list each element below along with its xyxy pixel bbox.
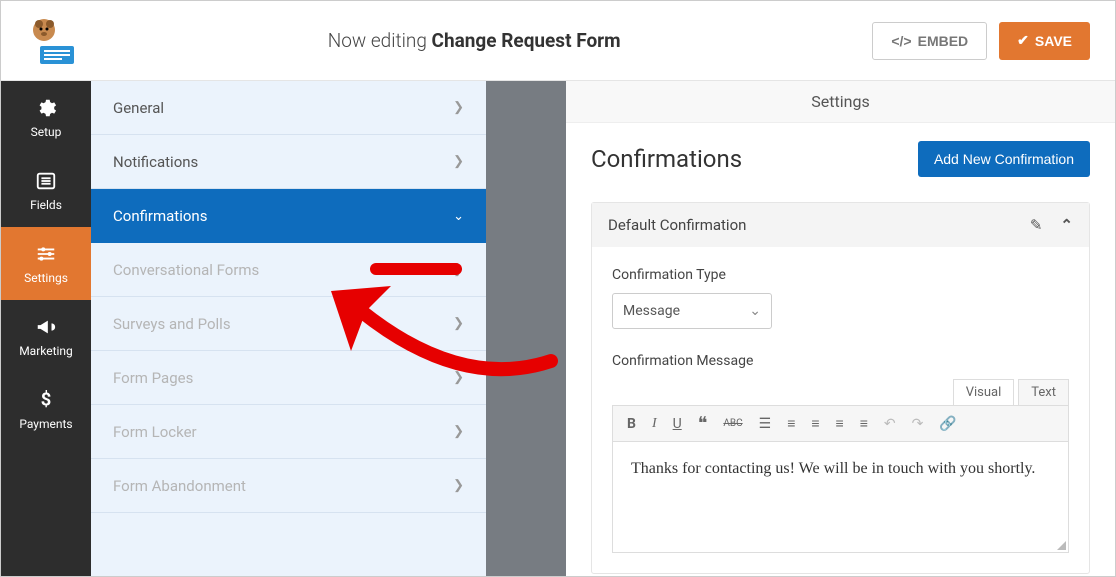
align-center-icon[interactable]: ≡ — [836, 415, 844, 432]
top-actions: </> EMBED ✔ SAVE — [872, 22, 1090, 60]
nav-fields-label: Fields — [30, 198, 62, 212]
subnav-item-label: Form Pages — [113, 369, 193, 387]
subnav-surveys-polls[interactable]: Surveys and Polls ❯ — [91, 297, 486, 351]
chevron-right-icon: ❯ — [453, 100, 464, 115]
editor-content-area[interactable]: Thanks for contacting us! We will be in … — [613, 442, 1068, 552]
quote-icon[interactable]: ❝ — [698, 413, 708, 434]
panel-header[interactable]: Default Confirmation ✎ ⌃ — [592, 203, 1089, 247]
undo-icon[interactable]: ↶ — [884, 416, 896, 432]
embed-button-label: EMBED — [918, 33, 969, 49]
bullhorn-icon — [35, 316, 57, 338]
form-name: Change Request Form — [432, 29, 621, 52]
confirmation-panel: Default Confirmation ✎ ⌃ Confirmation Ty… — [591, 202, 1090, 574]
save-button-label: SAVE — [1035, 33, 1072, 49]
settings-header: Settings — [566, 81, 1115, 123]
gear-icon — [35, 97, 57, 119]
svg-text:$: $ — [41, 389, 52, 410]
chevron-right-icon: ❯ — [453, 154, 464, 169]
primary-nav: Setup Fields Settings Marketing $ Paymen… — [1, 81, 91, 576]
editor-tab-text[interactable]: Text — [1018, 379, 1069, 405]
subnav-notifications[interactable]: Notifications ❯ — [91, 135, 486, 189]
save-button[interactable]: ✔ SAVE — [999, 22, 1090, 60]
numbered-list-icon[interactable]: ≡ — [787, 415, 795, 432]
resize-handle[interactable] — [1057, 541, 1066, 550]
chevron-up-icon[interactable]: ⌃ — [1060, 216, 1073, 234]
italic-icon[interactable]: I — [652, 416, 657, 432]
select-value: Message — [623, 303, 680, 319]
add-confirmation-button[interactable]: Add New Confirmation — [918, 141, 1090, 177]
subnav-form-abandonment[interactable]: Form Abandonment ❯ — [91, 459, 486, 513]
subnav-item-label: Confirmations — [113, 207, 207, 225]
page-title-area: Now editing Change Request Form — [76, 29, 872, 52]
sliders-icon — [35, 243, 57, 265]
bullet-list-icon[interactable]: ☰ — [759, 416, 772, 432]
nav-setup-label: Setup — [31, 125, 62, 139]
nav-settings[interactable]: Settings — [1, 227, 91, 300]
subnav-item-label: General — [113, 99, 164, 117]
dollar-icon: $ — [35, 389, 57, 411]
subnav-item-label: Form Abandonment — [113, 477, 246, 495]
subnav-confirmations[interactable]: Confirmations ⌄ — [91, 189, 486, 243]
top-bar: Now editing Change Request Form </> EMBE… — [1, 1, 1115, 81]
logo — [26, 16, 76, 66]
confirmation-message-label: Confirmation Message — [612, 353, 1069, 369]
code-icon: </> — [891, 33, 911, 49]
page-heading: Confirmations — [591, 145, 742, 173]
editing-label: Now editing — [328, 29, 432, 52]
subnav-item-label: Notifications — [113, 153, 198, 171]
chevron-right-icon: ❯ — [453, 370, 464, 385]
nav-fields[interactable]: Fields — [1, 154, 91, 227]
subnav-item-label: Form Locker — [113, 423, 197, 441]
chevron-down-icon: ⌄ — [749, 303, 761, 319]
list-icon — [35, 170, 57, 192]
underline-icon[interactable]: U — [673, 416, 682, 432]
chevron-right-icon: ❯ — [453, 424, 464, 439]
nav-payments[interactable]: $ Payments — [1, 373, 91, 446]
embed-button[interactable]: </> EMBED — [872, 22, 987, 60]
confirmation-type-label: Confirmation Type — [612, 267, 1069, 283]
editor-text: Thanks for contacting us! We will be in … — [631, 460, 1035, 477]
editor-tab-visual[interactable]: Visual — [953, 379, 1015, 405]
content-gutter — [486, 81, 566, 576]
main-content: Settings Confirmations Add New Confirmat… — [566, 81, 1115, 576]
wysiwyg-editor: B I U ❝ ABC ☰ ≡ ≡ ≡ ≡ ↶ ↷ 🔗 — [612, 405, 1069, 553]
align-right-icon[interactable]: ≡ — [860, 415, 868, 432]
chevron-right-icon: ❯ — [453, 316, 464, 331]
pencil-icon[interactable]: ✎ — [1030, 216, 1043, 234]
chevron-right-icon: ❯ — [453, 478, 464, 493]
nav-marketing[interactable]: Marketing — [1, 300, 91, 373]
subnav-item-label: Surveys and Polls — [113, 315, 231, 333]
confirmation-type-select[interactable]: Message ⌄ — [612, 293, 772, 329]
subnav-form-pages[interactable]: Form Pages ❯ — [91, 351, 486, 405]
strikethrough-icon[interactable]: ABC — [723, 418, 742, 429]
settings-subnav[interactable]: General ❯ Notifications ❯ Confirmations … — [91, 81, 486, 576]
check-icon: ✔ — [1017, 32, 1029, 49]
editor-toolbar: B I U ❝ ABC ☰ ≡ ≡ ≡ ≡ ↶ ↷ 🔗 — [613, 406, 1068, 442]
subnav-general[interactable]: General ❯ — [91, 81, 486, 135]
nav-setup[interactable]: Setup — [1, 81, 91, 154]
nav-marketing-label: Marketing — [19, 344, 73, 358]
subnav-item-label: Conversational Forms — [113, 261, 259, 279]
nav-settings-label: Settings — [24, 271, 68, 285]
align-left-icon[interactable]: ≡ — [811, 415, 819, 432]
link-icon[interactable]: 🔗 — [939, 416, 956, 432]
chevron-down-icon: ⌄ — [453, 209, 464, 224]
panel-title: Default Confirmation — [608, 216, 746, 234]
subnav-conversational-forms[interactable]: Conversational Forms ❯ — [91, 243, 486, 297]
bold-icon[interactable]: B — [627, 416, 636, 432]
chevron-right-icon: ❯ — [453, 262, 464, 277]
subnav-form-locker[interactable]: Form Locker ❯ — [91, 405, 486, 459]
nav-payments-label: Payments — [19, 417, 72, 431]
redo-icon[interactable]: ↷ — [912, 416, 924, 432]
